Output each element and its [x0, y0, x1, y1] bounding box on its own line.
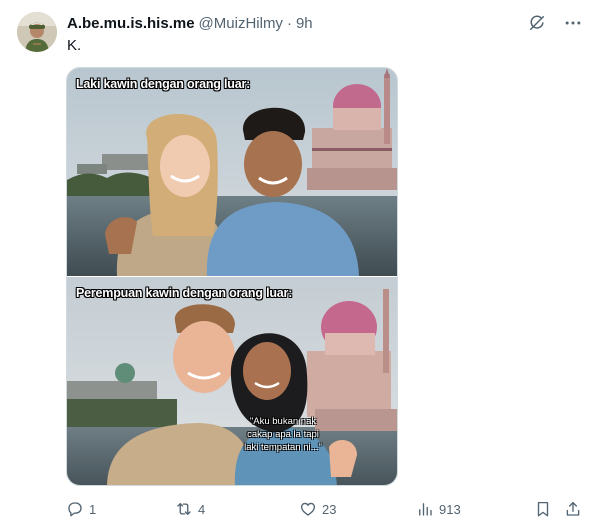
avatar-image: [17, 12, 57, 52]
meme-caption-bottom: Perempuan kawin dengan orang luar:: [76, 286, 293, 300]
reply-icon: [68, 502, 82, 517]
grok-icon[interactable]: [527, 13, 547, 33]
share-button[interactable]: [564, 499, 582, 519]
meme-caption-top: Laki kawin dengan orang luar:: [76, 77, 251, 91]
meme-image-bottom: [67, 277, 397, 485]
more-icon[interactable]: [563, 13, 583, 33]
tweet-text: K.: [67, 37, 82, 54]
meme-image-top: [67, 68, 397, 276]
views-icon: [419, 503, 432, 516]
like-button[interactable]: 23: [299, 499, 336, 519]
quote-line-3: laki tempatan ni...": [244, 442, 322, 453]
meme-panel-bottom: Perempuan kawin dengan orang luar: "Aku …: [67, 277, 397, 485]
reply-button[interactable]: 1: [66, 499, 96, 519]
tweet-top-actions: [527, 13, 583, 33]
reply-count: 1: [89, 501, 97, 517]
repost-icon: [177, 503, 191, 515]
repost-button[interactable]: 4: [175, 499, 205, 519]
meme-panel-top: Laki kawin dengan orang luar:: [67, 68, 397, 276]
post-time[interactable]: 9h: [296, 15, 313, 32]
view-count: 913: [439, 501, 461, 517]
like-count: 23: [322, 501, 337, 517]
bookmark-icon: [537, 501, 549, 517]
repost-count: 4: [198, 501, 206, 517]
views-button[interactable]: 913: [416, 499, 461, 519]
author-handle[interactable]: @MuizHilmy: [199, 15, 283, 32]
tweet-media[interactable]: Laki kawin dengan orang luar: Perempuan …: [66, 67, 398, 486]
bookmark-button[interactable]: [534, 499, 552, 519]
tweet: A.be.mu.is.his.me @MuizHilmy · 9h K. Lak…: [0, 0, 597, 529]
quote-line-2: cakap apa la tapi: [247, 429, 319, 440]
tweet-header: A.be.mu.is.his.me @MuizHilmy · 9h: [67, 13, 313, 33]
like-icon: [300, 502, 316, 516]
quote-line-1: "Aku bukan nak: [249, 416, 317, 427]
avatar[interactable]: [17, 12, 57, 52]
separator-dot: ·: [286, 14, 292, 32]
tweet-actions: 1 4 23 913: [66, 499, 586, 519]
author-display-name[interactable]: A.be.mu.is.his.me: [67, 15, 195, 32]
meme-quote: "Aku bukan nak cakap apa la tapi laki te…: [233, 415, 333, 454]
share-icon: [566, 501, 580, 516]
